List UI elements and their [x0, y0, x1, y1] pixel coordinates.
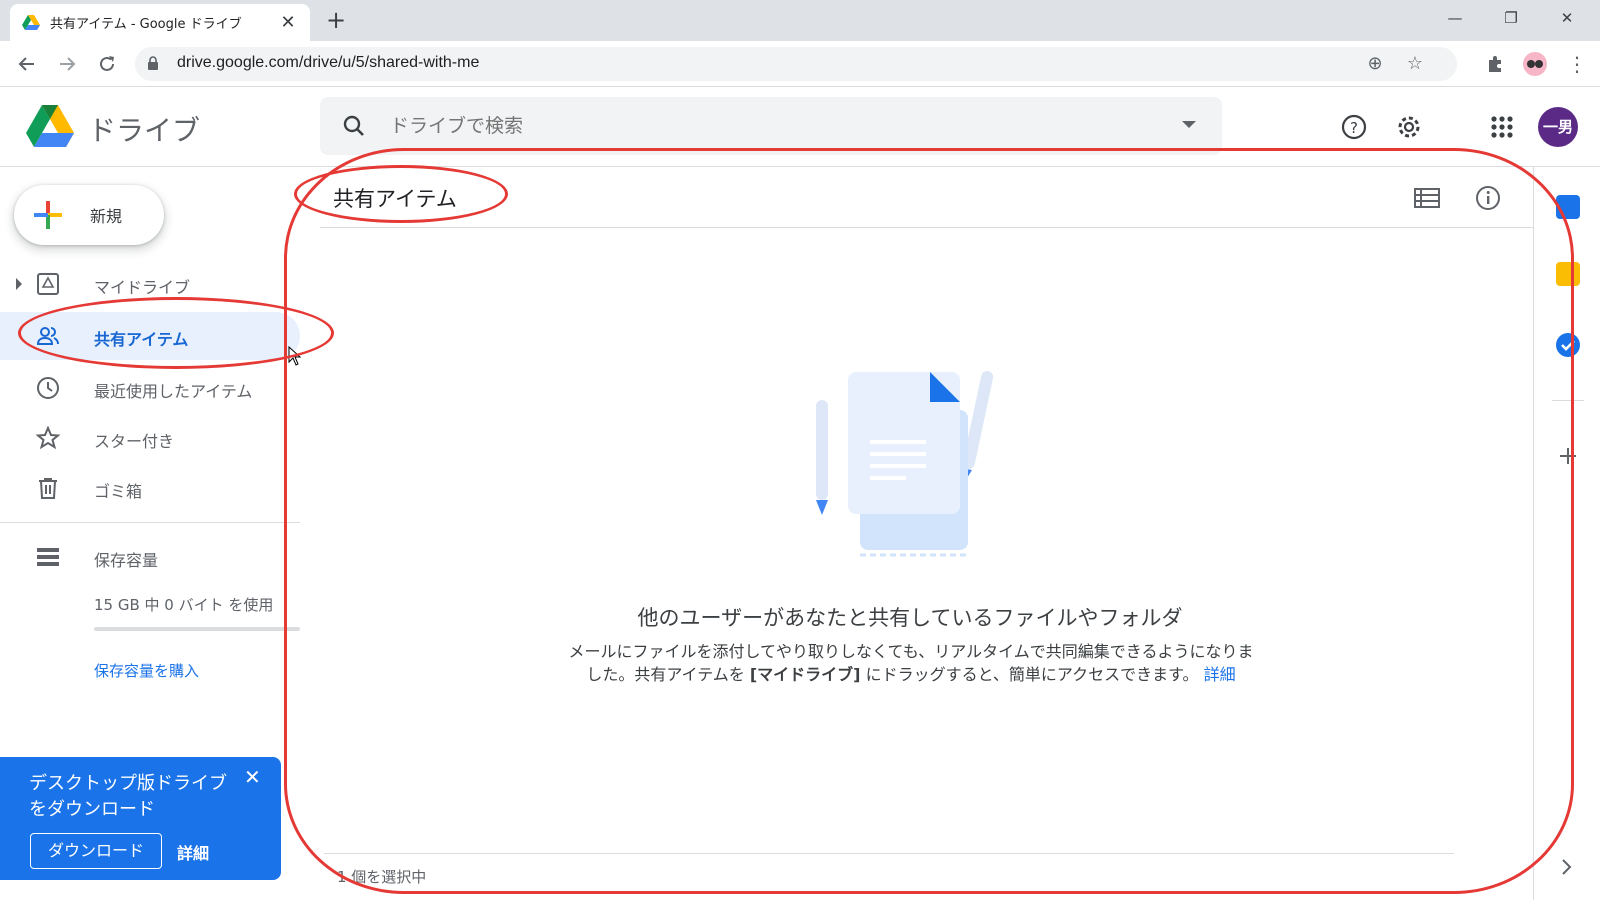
search-bar[interactable] [320, 97, 1222, 155]
bookmark-star-icon[interactable]: ☆ [1403, 52, 1427, 76]
info-icon[interactable] [1474, 184, 1502, 212]
shared-people-icon [36, 327, 59, 345]
sidebar-item-label: 共有アイテム [94, 330, 189, 349]
search-input[interactable] [390, 111, 1150, 141]
storage-icon [37, 548, 59, 566]
app-name: ドライブ [88, 114, 201, 147]
expand-arrow-icon[interactable] [16, 278, 22, 290]
forward-button[interactable] [52, 49, 82, 79]
colored-plus-icon [34, 201, 62, 229]
new-tab-button[interactable]: + [322, 6, 350, 34]
sidebar-item-label: マイドライブ [94, 278, 191, 297]
browser-menu-icon[interactable]: ⋮ [1562, 49, 1592, 79]
window-close-button[interactable]: ✕ [1544, 2, 1590, 34]
help-icon[interactable]: ? [1334, 107, 1374, 147]
clock-icon [37, 377, 59, 399]
storage-progress-bar [94, 627, 300, 631]
account-avatar[interactable]: 一男 [1538, 107, 1578, 147]
empty-desc-text-2: にドラッグすると、簡単にアクセスできます。 [860, 665, 1199, 684]
sidebar-item-label: スター付き [94, 432, 175, 451]
promo-title: デスクトップ版ドライブをダウンロード [29, 773, 227, 820]
sidebar-item-label: 最近使用したアイテム [94, 382, 253, 401]
sidebar-item-recent[interactable]: 最近使用したアイテム [0, 364, 300, 412]
url-text: drive.google.com/drive/u/5/shared-with-m… [177, 54, 480, 71]
empty-desc-bold: [マイドライブ] [749, 665, 861, 684]
minimize-button[interactable]: — [1432, 2, 1478, 34]
promo-close-icon[interactable]: ✕ [244, 765, 261, 789]
sidebar-item-storage[interactable]: 保存容量 [0, 533, 300, 581]
drive-favicon-icon [22, 14, 40, 30]
sidebar-item-trash[interactable]: ゴミ箱 [0, 464, 300, 512]
svg-text:?: ? [1350, 119, 1358, 137]
shared-files-illustration [816, 370, 994, 557]
sidebar-item-my-drive[interactable]: マイドライブ [0, 260, 300, 308]
tab-title: 共有アイテム - Google ドライブ [50, 17, 242, 32]
empty-state-title: 他のユーザーがあなたと共有しているファイルやフォルダ [637, 606, 1183, 630]
drive-header: ドライブ ? 一男 [0, 87, 1600, 167]
profile-icon[interactable] [1520, 49, 1550, 79]
trash-icon [39, 478, 57, 499]
main-header-divider [320, 227, 1533, 228]
browser-tab[interactable]: 共有アイテム - Google ドライブ ✕ [10, 4, 310, 41]
selection-divider [324, 853, 1454, 854]
side-panel-border [1533, 167, 1534, 900]
desktop-download-promo: デスクトップ版ドライブをダウンロード ✕ ダウンロード 詳細 [0, 757, 281, 880]
selection-count: 1 個を選択中 [337, 868, 427, 886]
apps-grid-icon[interactable] [1482, 107, 1522, 147]
browser-tab-strip: 共有アイテム - Google ドライブ ✕ + — ❐ ✕ [0, 0, 1600, 41]
star-icon [36, 426, 60, 450]
maximize-button[interactable]: ❐ [1488, 2, 1534, 34]
add-addon-icon[interactable] [1558, 446, 1578, 466]
search-icon[interactable] [342, 114, 366, 138]
forward-arrow-icon [60, 57, 76, 71]
add-shortcut-icon[interactable]: ⊕ [1363, 52, 1387, 76]
tasks-app-icon[interactable] [1555, 332, 1581, 358]
sidebar-item-shared[interactable]: 共有アイテム [0, 312, 300, 360]
back-button[interactable] [12, 49, 42, 79]
drive-logo-icon [26, 105, 74, 147]
sidebar-item-label: 保存容量 [94, 551, 159, 570]
chevron-right-icon[interactable] [1560, 858, 1574, 876]
sidebar-item-starred[interactable]: スター付き [0, 414, 300, 462]
page-title: 共有アイテム [333, 187, 457, 211]
reload-button[interactable] [92, 49, 122, 79]
keep-app-icon[interactable] [1556, 262, 1580, 286]
reload-icon [100, 56, 114, 71]
storage-usage-text: 15 GB 中 0 バイト を使用 [94, 596, 274, 614]
empty-state-description: メールにファイルを添付してやり取りしなくても、リアルタイムで共同編集できるように… [566, 640, 1256, 686]
tab-close-icon[interactable]: ✕ [278, 12, 298, 33]
sidebar-divider [0, 522, 300, 523]
download-button[interactable]: ダウンロード [30, 833, 162, 869]
mouse-cursor-icon [288, 346, 302, 366]
search-options-dropdown-icon[interactable] [1182, 121, 1196, 128]
lock-icon [148, 56, 158, 70]
promo-detail-link[interactable]: 詳細 [177, 840, 209, 864]
empty-desc-detail-link[interactable]: 詳細 [1204, 665, 1236, 684]
browser-toolbar: drive.google.com/drive/u/5/shared-with-m… [0, 41, 1600, 87]
back-arrow-icon [18, 57, 34, 71]
buy-storage-link[interactable]: 保存容量を購入 [94, 660, 199, 681]
address-bar[interactable]: drive.google.com/drive/u/5/shared-with-m… [135, 47, 1457, 81]
new-button-label: 新規 [90, 207, 123, 226]
side-panel-divider [1552, 400, 1584, 401]
extensions-icon[interactable] [1480, 49, 1510, 79]
new-button[interactable]: 新規 [14, 185, 164, 245]
calendar-app-icon[interactable] [1556, 195, 1580, 219]
my-drive-icon [37, 273, 59, 295]
list-view-icon[interactable] [1414, 186, 1440, 210]
sidebar-item-label: ゴミ箱 [94, 482, 143, 501]
settings-gear-icon[interactable] [1389, 107, 1429, 147]
